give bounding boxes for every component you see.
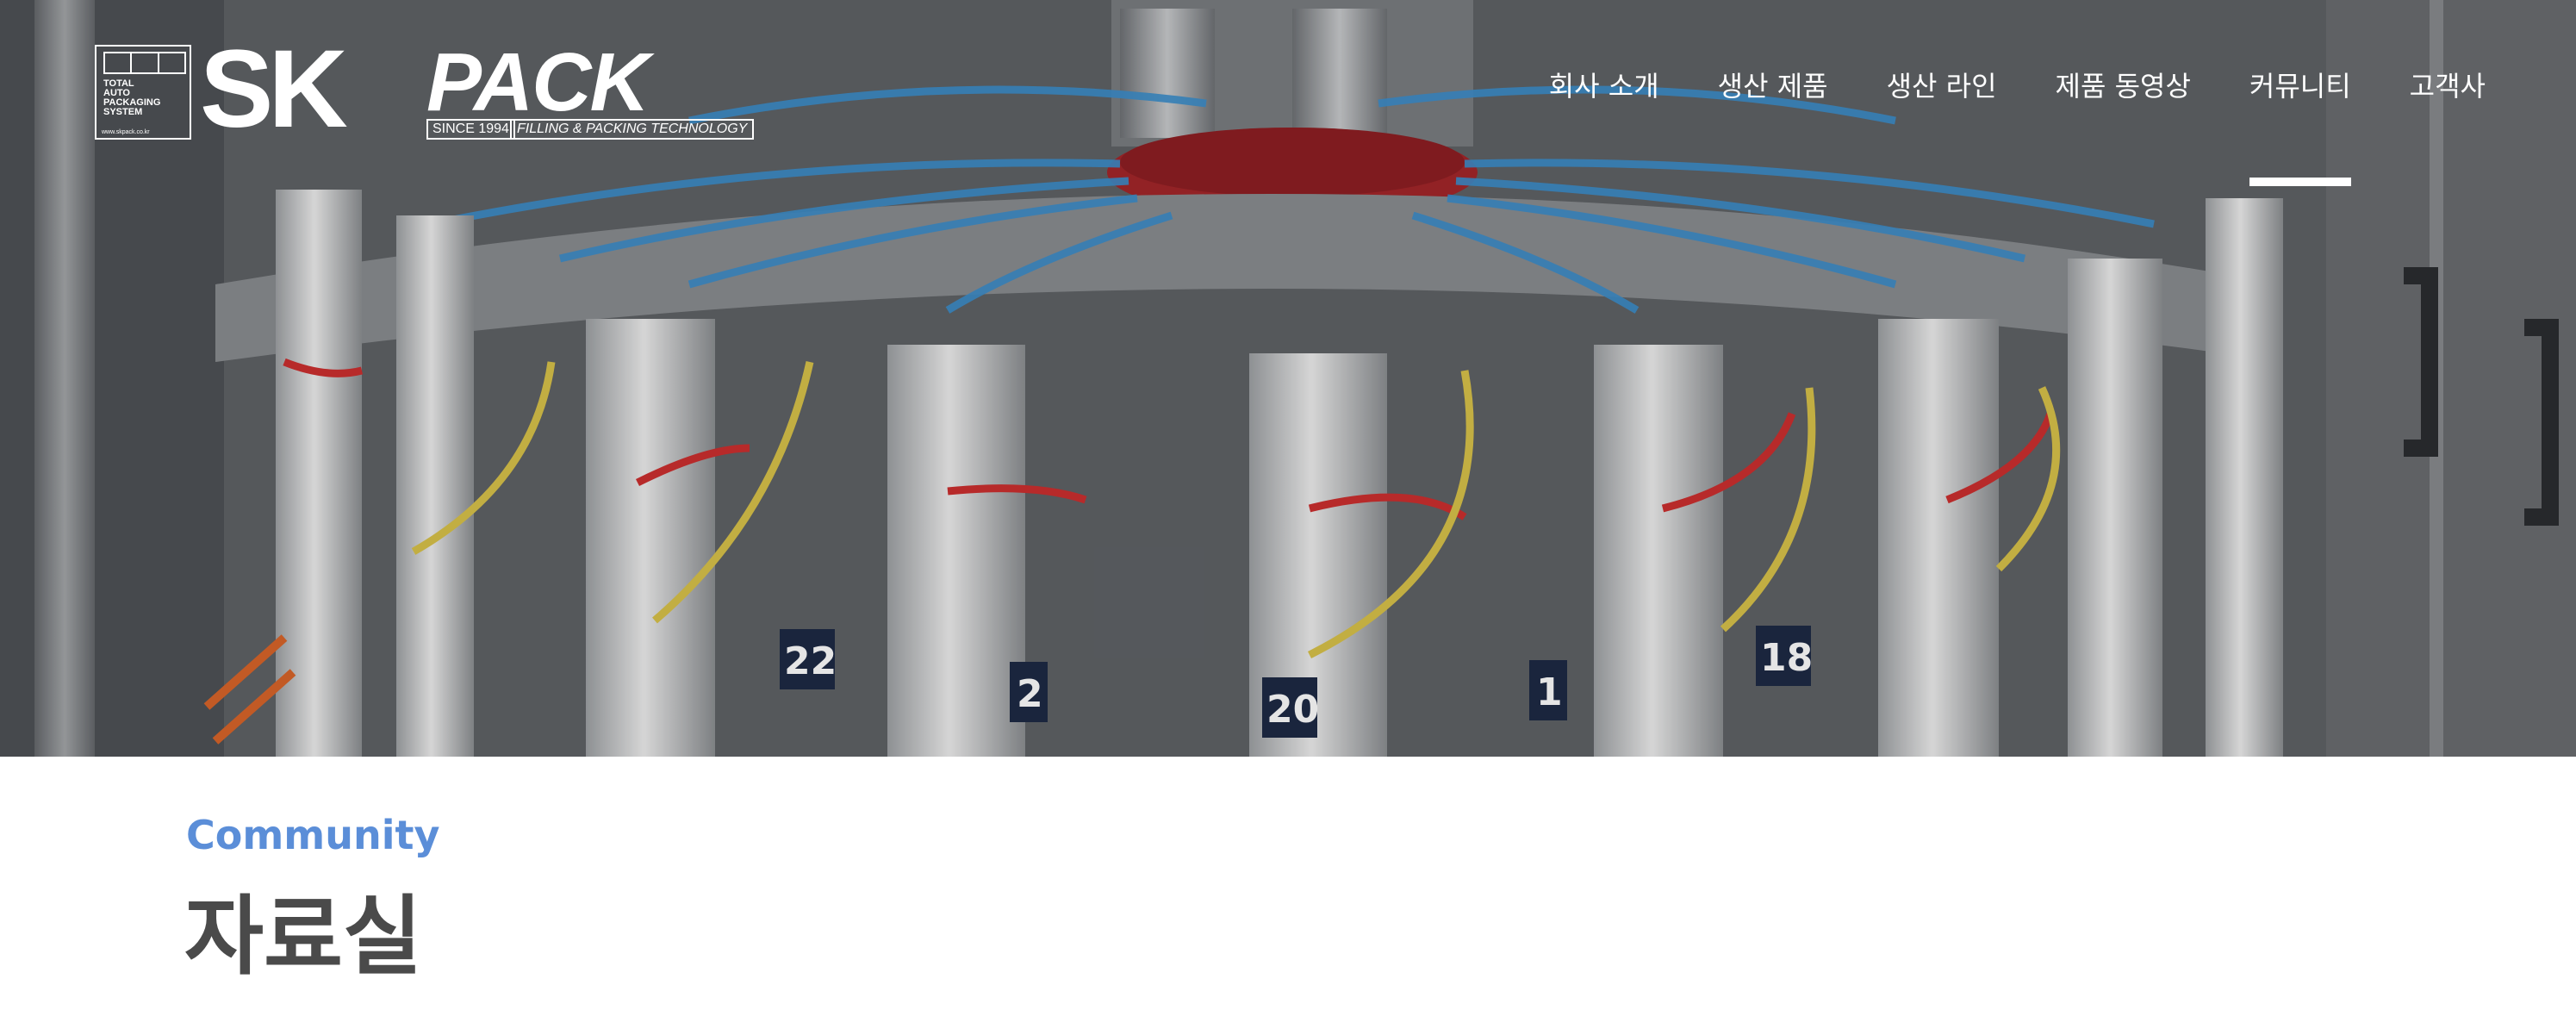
logo-badge: TOTAL AUTO PACKAGING SYSTEM www.skpack.c… — [95, 45, 191, 140]
page-title: 자료실 — [184, 886, 422, 987]
logo-brand-sk: SK — [200, 28, 348, 151]
nav-item-production-line[interactable]: 생산 라인 — [1887, 69, 1997, 103]
nav-item-clients[interactable]: 고객사 — [2410, 69, 2486, 103]
logo-badge-text: TOTAL AUTO PACKAGING SYSTEM — [103, 78, 161, 117]
site-logo[interactable]: TOTAL AUTO PACKAGING SYSTEM www.skpack.c… — [95, 34, 767, 145]
main-nav: 회사 소개 생산 제품 생산 라인 제품 동영상 커뮤니티 고객사 — [1490, 69, 2486, 186]
hero-banner: 22 2 20 1 18 TOTAL AUTO PACKAGING SYSTEM… — [0, 0, 2576, 757]
logo-tagline: FILLING & PACKING TECHNOLOGY — [510, 119, 755, 140]
logo-brand-pack: PACK — [426, 36, 650, 128]
nav-item-product-videos[interactable]: 제품 동영상 — [2056, 69, 2191, 103]
section-eyebrow: Community — [186, 812, 440, 858]
nav-item-products[interactable]: 생산 제품 — [1718, 69, 1828, 103]
logo-since: SINCE 1994 — [426, 119, 515, 140]
nav-item-community[interactable]: 커뮤니티 — [2249, 69, 2351, 186]
logo-badge-cells — [103, 52, 186, 74]
logo-badge-url: www.skpack.co.kr — [102, 129, 150, 135]
nav-item-company[interactable]: 회사 소개 — [1549, 69, 1659, 103]
